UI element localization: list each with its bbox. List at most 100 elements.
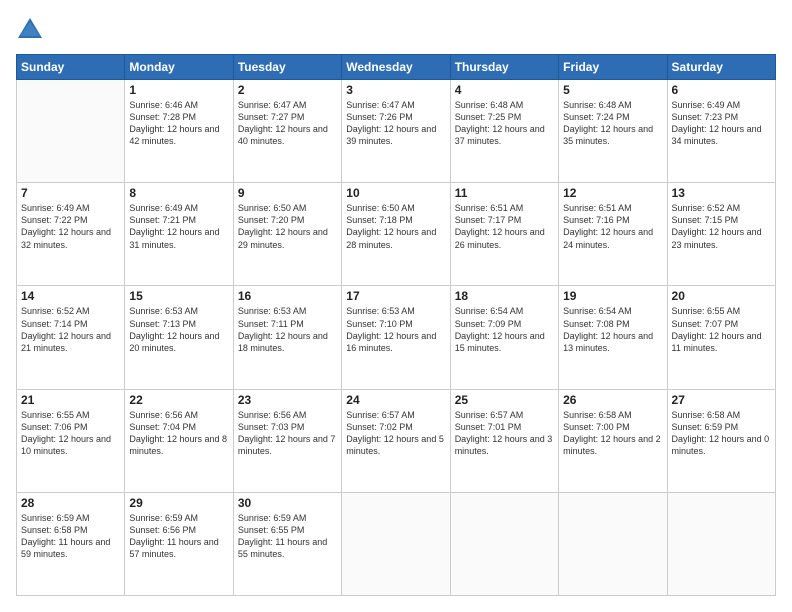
calendar-cell [559,492,667,595]
day-info: Sunrise: 6:47 AMSunset: 7:27 PMDaylight:… [238,99,337,148]
logo [16,16,46,44]
calendar-cell: 9 Sunrise: 6:50 AMSunset: 7:20 PMDaylight… [233,183,341,286]
day-info: Sunrise: 6:53 AMSunset: 7:11 PMDaylight:… [238,305,337,354]
day-number: 20 [672,289,771,303]
calendar-header-monday: Monday [125,55,233,80]
day-number: 28 [21,496,120,510]
calendar-cell: 16 Sunrise: 6:53 AMSunset: 7:11 PMDayligh… [233,286,341,389]
day-number: 24 [346,393,445,407]
day-info: Sunrise: 6:58 AMSunset: 7:00 PMDaylight:… [563,409,662,458]
calendar-cell: 23 Sunrise: 6:56 AMSunset: 7:03 PMDayligh… [233,389,341,492]
calendar-cell: 14 Sunrise: 6:52 AMSunset: 7:14 PMDayligh… [17,286,125,389]
calendar-header-thursday: Thursday [450,55,558,80]
calendar-cell [342,492,450,595]
calendar-cell: 1 Sunrise: 6:46 AMSunset: 7:28 PMDaylight… [125,80,233,183]
day-info: Sunrise: 6:50 AMSunset: 7:18 PMDaylight:… [346,202,445,251]
calendar-cell: 12 Sunrise: 6:51 AMSunset: 7:16 PMDayligh… [559,183,667,286]
day-number: 15 [129,289,228,303]
page: SundayMondayTuesdayWednesdayThursdayFrid… [0,0,792,612]
calendar-cell: 20Sunrise: 6:55 AMSunset: 7:07 PMDayligh… [667,286,775,389]
week-row-4: 21 Sunrise: 6:55 AMSunset: 7:06 PMDayligh… [17,389,776,492]
day-info: Sunrise: 6:51 AMSunset: 7:17 PMDaylight:… [455,202,554,251]
day-info: Sunrise: 6:59 AMSunset: 6:56 PMDaylight:… [129,512,228,561]
calendar-cell: 3 Sunrise: 6:47 AMSunset: 7:26 PMDaylight… [342,80,450,183]
day-info: Sunrise: 6:56 AMSunset: 7:03 PMDaylight:… [238,409,337,458]
calendar-cell [450,492,558,595]
day-info: Sunrise: 6:58 AMSunset: 6:59 PMDaylight:… [672,409,771,458]
calendar-header-tuesday: Tuesday [233,55,341,80]
calendar-cell: 13 Sunrise: 6:52 AMSunset: 7:15 PMDayligh… [667,183,775,286]
calendar-cell: 26 Sunrise: 6:58 AMSunset: 7:00 PMDayligh… [559,389,667,492]
calendar-cell: 24Sunrise: 6:57 AMSunset: 7:02 PMDayligh… [342,389,450,492]
day-number: 11 [455,186,554,200]
day-info: Sunrise: 6:46 AMSunset: 7:28 PMDaylight:… [129,99,228,148]
day-number: 13 [672,186,771,200]
day-info: Sunrise: 6:48 AMSunset: 7:25 PMDaylight:… [455,99,554,148]
day-info: Sunrise: 6:49 AMSunset: 7:23 PMDaylight:… [672,99,771,148]
calendar-cell: 30Sunrise: 6:59 AMSunset: 6:55 PMDayligh… [233,492,341,595]
day-number: 17 [346,289,445,303]
calendar-header-sunday: Sunday [17,55,125,80]
day-number: 4 [455,83,554,97]
calendar-cell: 27 Sunrise: 6:58 AMSunset: 6:59 PMDayligh… [667,389,775,492]
day-number: 9 [238,186,337,200]
day-info: Sunrise: 6:54 AMSunset: 7:08 PMDaylight:… [563,305,662,354]
calendar-cell: 17 Sunrise: 6:53 AMSunset: 7:10 PMDayligh… [342,286,450,389]
calendar-cell: 15 Sunrise: 6:53 AMSunset: 7:13 PMDayligh… [125,286,233,389]
day-info: Sunrise: 6:56 AMSunset: 7:04 PMDaylight:… [129,409,228,458]
calendar-cell: 2Sunrise: 6:47 AMSunset: 7:27 PMDaylight… [233,80,341,183]
calendar-cell: 18 Sunrise: 6:54 AMSunset: 7:09 PMDayligh… [450,286,558,389]
day-number: 25 [455,393,554,407]
day-info: Sunrise: 6:57 AMSunset: 7:01 PMDaylight:… [455,409,554,458]
logo-icon [16,16,44,44]
day-info: Sunrise: 6:52 AMSunset: 7:14 PMDaylight:… [21,305,120,354]
day-info: Sunrise: 6:48 AMSunset: 7:24 PMDaylight:… [563,99,662,148]
day-info: Sunrise: 6:54 AMSunset: 7:09 PMDaylight:… [455,305,554,354]
day-number: 22 [129,393,228,407]
day-number: 23 [238,393,337,407]
week-row-5: 28 Sunrise: 6:59 AMSunset: 6:58 PMDayligh… [17,492,776,595]
day-info: Sunrise: 6:47 AMSunset: 7:26 PMDaylight:… [346,99,445,148]
calendar-cell: 7Sunrise: 6:49 AMSunset: 7:22 PMDaylight… [17,183,125,286]
day-number: 16 [238,289,337,303]
day-info: Sunrise: 6:52 AMSunset: 7:15 PMDaylight:… [672,202,771,251]
week-row-2: 7Sunrise: 6:49 AMSunset: 7:22 PMDaylight… [17,183,776,286]
day-info: Sunrise: 6:50 AMSunset: 7:20 PMDaylight:… [238,202,337,251]
calendar-cell: 5Sunrise: 6:48 AMSunset: 7:24 PMDaylight… [559,80,667,183]
day-number: 10 [346,186,445,200]
day-info: Sunrise: 6:51 AMSunset: 7:16 PMDaylight:… [563,202,662,251]
day-number: 26 [563,393,662,407]
calendar-cell: 11 Sunrise: 6:51 AMSunset: 7:17 PMDayligh… [450,183,558,286]
calendar-header-saturday: Saturday [667,55,775,80]
calendar-header-row: SundayMondayTuesdayWednesdayThursdayFrid… [17,55,776,80]
day-number: 12 [563,186,662,200]
day-info: Sunrise: 6:53 AMSunset: 7:10 PMDaylight:… [346,305,445,354]
calendar-cell: 19Sunrise: 6:54 AMSunset: 7:08 PMDayligh… [559,286,667,389]
calendar-cell: 21 Sunrise: 6:55 AMSunset: 7:06 PMDayligh… [17,389,125,492]
day-info: Sunrise: 6:55 AMSunset: 7:06 PMDaylight:… [21,409,120,458]
day-number: 6 [672,83,771,97]
day-number: 3 [346,83,445,97]
calendar: SundayMondayTuesdayWednesdayThursdayFrid… [16,54,776,596]
week-row-3: 14 Sunrise: 6:52 AMSunset: 7:14 PMDayligh… [17,286,776,389]
day-info: Sunrise: 6:53 AMSunset: 7:13 PMDaylight:… [129,305,228,354]
day-number: 27 [672,393,771,407]
calendar-cell: 10 Sunrise: 6:50 AMSunset: 7:18 PMDayligh… [342,183,450,286]
day-number: 21 [21,393,120,407]
day-number: 30 [238,496,337,510]
day-info: Sunrise: 6:49 AMSunset: 7:21 PMDaylight:… [129,202,228,251]
calendar-cell: 22 Sunrise: 6:56 AMSunset: 7:04 PMDayligh… [125,389,233,492]
day-number: 1 [129,83,228,97]
day-number: 29 [129,496,228,510]
day-number: 18 [455,289,554,303]
calendar-header-wednesday: Wednesday [342,55,450,80]
calendar-cell: 28 Sunrise: 6:59 AMSunset: 6:58 PMDayligh… [17,492,125,595]
day-number: 14 [21,289,120,303]
calendar-cell [17,80,125,183]
calendar-cell: 25 Sunrise: 6:57 AMSunset: 7:01 PMDayligh… [450,389,558,492]
day-number: 8 [129,186,228,200]
calendar-cell: 6 Sunrise: 6:49 AMSunset: 7:23 PMDaylight… [667,80,775,183]
calendar-cell [667,492,775,595]
calendar-cell: 8 Sunrise: 6:49 AMSunset: 7:21 PMDaylight… [125,183,233,286]
day-info: Sunrise: 6:59 AMSunset: 6:58 PMDaylight:… [21,512,120,561]
